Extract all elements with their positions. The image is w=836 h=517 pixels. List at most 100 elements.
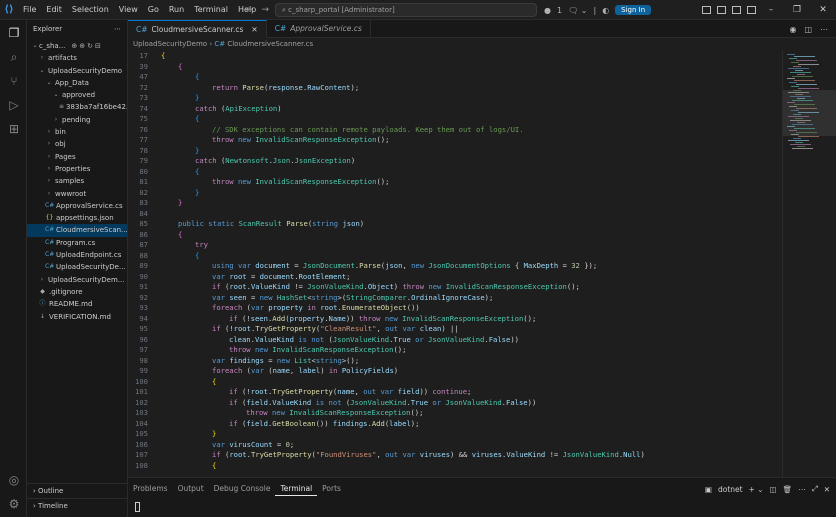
vscode-logo-icon[interactable]: ⟨⟩ bbox=[0, 0, 18, 20]
outline-section[interactable]: › Outline bbox=[27, 483, 127, 497]
tree-folder[interactable]: › Pages bbox=[27, 151, 127, 163]
more-actions-icon[interactable]: ⋯ bbox=[798, 485, 806, 494]
menu-selection[interactable]: Selection bbox=[67, 0, 114, 20]
bottom-panel: Problems Output Debug Console Terminal Ports… bbox=[128, 477, 836, 517]
tree-folder[interactable]: › bin bbox=[27, 126, 127, 138]
restore-icon[interactable]: ❐ bbox=[784, 5, 810, 15]
line-number: 94 bbox=[139, 313, 148, 323]
close-tab-icon[interactable]: ✕ bbox=[251, 21, 257, 39]
tree-file[interactable]: C# UploadEndpoint.cs bbox=[27, 249, 127, 261]
minimap-slider[interactable] bbox=[783, 90, 836, 136]
extensions-icon[interactable]: ⊞ bbox=[7, 122, 21, 136]
menu-go[interactable]: Go bbox=[143, 0, 164, 20]
kill-terminal-icon[interactable]: 🗑︎ bbox=[783, 485, 793, 494]
account-globe-icon[interactable]: ◐ bbox=[602, 6, 609, 15]
tree-file[interactable]: ⓘ README.md bbox=[27, 298, 127, 310]
split-terminal-icon[interactable]: ◫ bbox=[770, 485, 777, 494]
settings-gear-icon[interactable]: ⚙ bbox=[7, 497, 21, 511]
new-terminal-icon[interactable]: + ⌄ bbox=[749, 485, 764, 494]
tree-file[interactable]: C# UploadSecurityDe... bbox=[27, 261, 127, 273]
sign-in-button[interactable]: Sign In bbox=[615, 5, 652, 15]
menu-run[interactable]: Run bbox=[164, 0, 189, 20]
tree-folder[interactable]: › obj bbox=[27, 138, 127, 150]
tree-file[interactable]: C# Program.cs bbox=[27, 237, 127, 249]
tree-file[interactable]: ≡ 383ba7af16be42... bbox=[27, 101, 127, 113]
tree-folder[interactable]: › wwwroot bbox=[27, 188, 127, 200]
explorer-icon[interactable]: ❐ bbox=[7, 26, 21, 40]
line-number: 99 bbox=[139, 366, 148, 375]
menu-edit[interactable]: Edit bbox=[41, 0, 67, 20]
toggle-panel-icon[interactable] bbox=[717, 6, 726, 14]
more-actions-icon[interactable]: ⋯ bbox=[820, 25, 828, 34]
tree-file[interactable]: C# CloudmersiveScan... bbox=[27, 224, 128, 237]
tree-file[interactable]: {} appsettings.json bbox=[27, 212, 127, 224]
split-editor-icon[interactable]: ◫ bbox=[804, 25, 812, 34]
timeline-section[interactable]: › Timeline bbox=[27, 498, 127, 512]
panel-tab-problems[interactable]: Problems bbox=[128, 482, 173, 496]
notification-dot-icon[interactable]: ● bbox=[544, 6, 551, 15]
code-line: 86 { bbox=[128, 230, 782, 241]
tree-folder[interactable]: ⌄ UploadSecurityDemo bbox=[27, 65, 127, 77]
terminal-shell-name[interactable]: dotnet bbox=[718, 485, 743, 494]
run-debug-icon[interactable]: ▷ bbox=[7, 98, 21, 112]
tree-folder[interactable]: ⌄ approved bbox=[27, 89, 127, 101]
minimap-line bbox=[787, 78, 795, 79]
tab-approvalservice-cs[interactable]: C# ApprovalService.cs bbox=[267, 20, 371, 38]
tab-cloudmersivescanner-cs[interactable]: C# CloudmersiveScanner.cs ✕ bbox=[128, 20, 267, 38]
new-folder-icon[interactable]: ⊕ bbox=[79, 40, 85, 52]
minimap[interactable] bbox=[782, 50, 836, 477]
code-line: 17 { bbox=[128, 51, 782, 62]
code-text: foreach (var property in root.EnumerateO… bbox=[212, 303, 420, 312]
line-number: 72 bbox=[139, 82, 148, 92]
copilot-icon[interactable]: ◉ bbox=[789, 25, 796, 34]
workspace-root[interactable]: ⌄ c_sha... ⊕ ⊕ ↻ ⊟ bbox=[27, 40, 127, 52]
close-panel-icon[interactable]: ✕ bbox=[824, 485, 830, 494]
account-icon[interactable]: ◎ bbox=[7, 473, 21, 487]
command-center-search[interactable]: ⌕ c_sharp_portal [Administrator] bbox=[275, 3, 537, 17]
tree-folder[interactable]: › UploadSecurityDem... bbox=[27, 274, 127, 286]
tree-folder[interactable]: ⌄ App_Data bbox=[27, 77, 127, 89]
panel-tab-ports[interactable]: Ports bbox=[317, 482, 346, 496]
minimize-icon[interactable]: – bbox=[758, 5, 784, 15]
forward-arrow-icon[interactable]: → bbox=[262, 5, 270, 15]
tree-file[interactable]: ◆ .gitignore bbox=[27, 286, 127, 298]
code-text: using var document = JsonDocument.Parse(… bbox=[212, 261, 598, 270]
code-text: } bbox=[195, 145, 200, 155]
code-line: 94 if (!seen.Add(property.Name)) throw ne… bbox=[128, 314, 782, 325]
maximize-panel-icon[interactable]: ⤢ bbox=[812, 484, 818, 494]
tree-file[interactable]: C# ApprovalService.cs bbox=[27, 200, 127, 212]
refresh-icon[interactable]: ↻ bbox=[87, 40, 93, 52]
back-arrow-icon[interactable]: ← bbox=[246, 5, 254, 15]
tree-folder[interactable]: › samples bbox=[27, 175, 127, 187]
close-icon[interactable]: ✕ bbox=[810, 5, 836, 15]
more-actions-icon[interactable]: ⋯ bbox=[114, 20, 121, 38]
search-icon[interactable]: ⌕ bbox=[7, 50, 21, 64]
tree-file[interactable]: ↓ VERIFICATION.md bbox=[27, 311, 127, 323]
workspace-root-label: c_sha... bbox=[39, 42, 66, 50]
panel-tab-output[interactable]: Output bbox=[173, 482, 209, 496]
tree-folder[interactable]: › artifacts bbox=[27, 52, 127, 64]
new-file-icon[interactable]: ⊕ bbox=[71, 40, 77, 52]
menu-file[interactable]: File bbox=[18, 0, 41, 20]
editor-tabs: C# CloudmersiveScanner.cs ✕ C# ApprovalServi… bbox=[128, 20, 836, 38]
collapse-all-icon[interactable]: ⊟ bbox=[95, 40, 101, 52]
terminal-cursor[interactable] bbox=[135, 502, 140, 512]
toggle-secondary-sidebar-icon[interactable] bbox=[732, 6, 741, 14]
tree-folder[interactable]: › pending bbox=[27, 114, 127, 126]
source-control-icon[interactable]: ⑂ bbox=[7, 74, 21, 88]
panel-tab-terminal[interactable]: Terminal bbox=[275, 482, 318, 496]
code-text: { bbox=[178, 61, 183, 71]
line-number: 102 bbox=[135, 397, 148, 407]
menu-terminal[interactable]: Terminal bbox=[189, 0, 233, 20]
toggle-sidebar-icon[interactable] bbox=[702, 6, 711, 14]
tree-item-label: App_Data bbox=[55, 78, 89, 87]
tree-item-label: CloudmersiveScan... bbox=[56, 226, 128, 235]
breadcrumb-file[interactable]: CloudmersiveScanner.cs bbox=[227, 40, 313, 48]
tree-folder[interactable]: › Properties bbox=[27, 163, 127, 175]
menu-view[interactable]: View bbox=[114, 0, 143, 20]
panel-tab-debug-console[interactable]: Debug Console bbox=[209, 482, 276, 496]
chat-icon[interactable]: 🗨︎ ⌄ bbox=[568, 6, 587, 15]
breadcrumb-folder[interactable]: UploadSecurityDemo bbox=[133, 40, 207, 48]
customize-layout-icon[interactable] bbox=[747, 6, 756, 14]
code-editor[interactable]: 17 {39 {47 {72 return Parse(response.RawCont… bbox=[128, 50, 782, 477]
